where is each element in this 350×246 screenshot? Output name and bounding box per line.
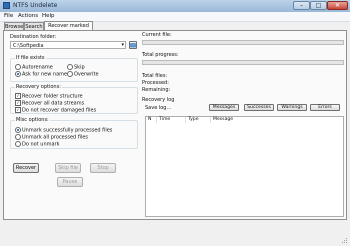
radio-autorename-label: Autorename <box>22 64 53 71</box>
recovery-options-title: Recovery options: <box>15 84 62 90</box>
checkbox-recover-folder-structure[interactable]: ✓ Recover folder structure <box>15 93 83 100</box>
maximize-button[interactable]: □ <box>310 1 327 10</box>
filter-successes-button[interactable]: Successes <box>244 104 274 111</box>
radio-skip-label: Skip <box>74 64 85 71</box>
radio-unmark-all[interactable]: Unmark all processed files <box>15 134 88 141</box>
misc-options-title: Misc options: <box>15 117 50 123</box>
tab-recover-marked-files[interactable]: Recover marked files <box>44 21 93 37</box>
column-header-message[interactable]: Message <box>211 117 343 123</box>
resize-grip-icon[interactable] <box>340 236 348 244</box>
menu-help[interactable]: Help <box>42 13 55 19</box>
close-button[interactable]: ✕ <box>327 1 348 10</box>
radio-do-not-unmark-label: Do not unmark <box>22 141 60 148</box>
folder-icon <box>130 43 136 48</box>
total-progress-bar <box>142 60 344 65</box>
skip-file-button[interactable]: Skip file <box>55 163 81 173</box>
tab-browse[interactable]: Browse <box>4 22 24 30</box>
recovery-options-group: Recovery options: ✓ Recover folder struct… <box>10 84 138 114</box>
checkbox-streams-label: Recover all data streams <box>22 100 85 107</box>
title-bar[interactable]: NTFS Undelete – □ ✕ <box>0 0 350 12</box>
app-icon <box>3 2 10 9</box>
radio-autorename[interactable]: Autorename <box>15 64 53 71</box>
radio-unmark-successful-label: Unmark successfully processed files <box>22 127 113 134</box>
checkbox-recover-data-streams[interactable]: ✓ Recover all data streams <box>15 100 84 107</box>
processed-label: Processed: <box>142 80 169 86</box>
column-header-time[interactable]: Time <box>157 117 186 123</box>
current-file-progress <box>142 40 344 45</box>
filter-errors-button[interactable]: Errors <box>310 104 340 111</box>
recovery-log-table[interactable]: N Time Type Message <box>145 116 344 217</box>
save-log-link[interactable]: Save log... <box>145 105 171 111</box>
if-exists-title: If file exists <box>15 55 46 61</box>
filter-messages-button[interactable]: Messages <box>209 104 239 111</box>
tab-content-panel: Destination folder: C:\Softpedia ▾ If fi… <box>3 30 347 220</box>
recover-button[interactable]: Recover <box>13 163 39 173</box>
menu-file[interactable]: File <box>4 13 13 19</box>
radio-ask-for-new-name[interactable]: Ask for new name <box>15 71 67 78</box>
radio-ask-label: Ask for new name <box>22 71 68 78</box>
radio-unmark-all-label: Unmark all processed files <box>22 134 89 141</box>
radio-unmark-successful[interactable]: Unmark successfully processed files <box>15 127 112 134</box>
current-file-label: Current file: <box>142 32 172 38</box>
status-bar <box>0 222 350 246</box>
radio-overwrite[interactable]: Overwrite <box>67 71 99 78</box>
tab-search[interactable]: Search <box>24 22 44 30</box>
destination-value: C:\Softpedia <box>13 43 44 49</box>
destination-label: Destination folder: <box>10 34 57 40</box>
column-header-type[interactable]: Type <box>186 117 211 123</box>
browse-folder-button[interactable] <box>129 41 137 49</box>
total-progress-label: Total progress: <box>142 52 179 58</box>
pause-button[interactable]: Pause <box>57 177 83 187</box>
radio-skip[interactable]: Skip <box>67 64 85 71</box>
filter-warnings-button[interactable]: Warnings <box>277 104 307 111</box>
destination-field[interactable]: C:\Softpedia ▾ <box>10 41 126 49</box>
column-header-n[interactable]: N <box>146 117 157 123</box>
misc-options-group: Misc options: Unmark successfully proces… <box>10 117 138 149</box>
app-window: NTFS Undelete – □ ✕ File Actions Help Br… <box>0 0 350 246</box>
radio-do-not-unmark[interactable]: Do not unmark <box>15 141 60 148</box>
window-title: NTFS Undelete <box>13 2 58 9</box>
if-exists-group: If file exists Autorename Skip Ask for n… <box>10 55 138 82</box>
total-files-label: Total files: <box>142 73 168 79</box>
radio-overwrite-label: Overwrite <box>74 71 99 78</box>
checkbox-damaged-label: Do not recover damaged files <box>22 107 97 114</box>
checkbox-no-damaged-files[interactable]: ✓ Do not recover damaged files <box>15 107 96 114</box>
dropdown-chevron-icon[interactable]: ▾ <box>121 42 124 48</box>
minimize-button[interactable]: – <box>293 1 310 10</box>
recovery-log-label: Recovery log <box>142 97 175 103</box>
menu-actions[interactable]: Actions <box>18 13 38 19</box>
stop-button[interactable]: Stop <box>90 163 116 173</box>
remaining-label: Remaining: <box>142 87 171 93</box>
checkbox-folder-label: Recover folder structure <box>22 93 83 100</box>
